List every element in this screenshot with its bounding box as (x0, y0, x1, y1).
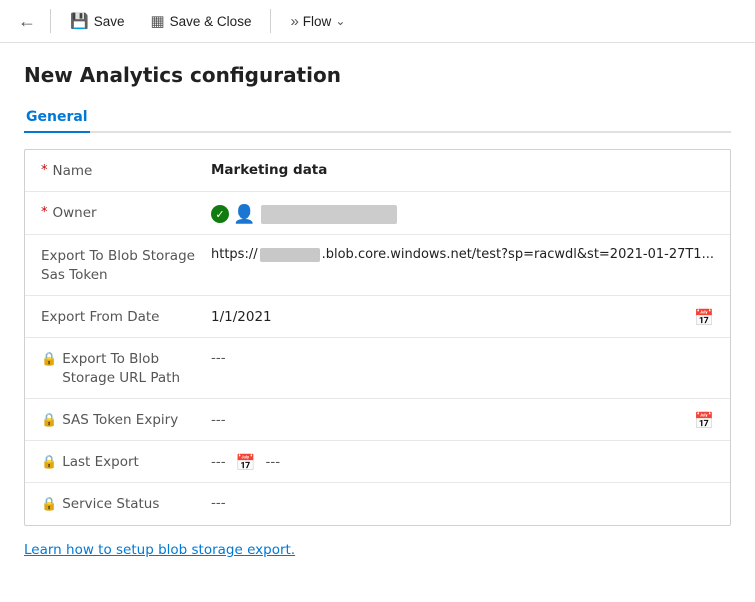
form-row-owner: * Owner ✓ 👤 Impshire Mathala (25, 192, 730, 235)
flow-icon: » (290, 13, 298, 30)
lock-icon-url-path: 🔒 (41, 351, 57, 369)
value-last-export: --- 📅 --- (211, 451, 714, 472)
value-service-status: --- (211, 493, 714, 511)
form-row-sas-token: Export To Blob Storage Sas Token https:/… (25, 235, 730, 296)
url-blurred (260, 248, 320, 262)
value-owner: ✓ 👤 Impshire Mathala (211, 202, 714, 224)
person-icon: 👤 (233, 204, 253, 224)
owner-icons: ✓ 👤 (211, 204, 253, 224)
toolbar-separator-1 (50, 9, 51, 33)
form-row-url-path: 🔒 Export To Blob Storage URL Path --- (25, 338, 730, 399)
label-name: * Name (41, 160, 211, 181)
calendar-icon-last-export[interactable]: 📅 (236, 453, 256, 472)
page-title: New Analytics configuration (24, 63, 731, 87)
label-url-path: 🔒 Export To Blob Storage URL Path (41, 348, 211, 388)
value-export-from-date: 1/1/2021 📅 (211, 306, 714, 327)
page-content: New Analytics configuration General * Na… (0, 43, 755, 578)
owner-name-blurred: Impshire Mathala (261, 205, 397, 224)
required-star-name: * (41, 162, 48, 180)
learn-link[interactable]: Learn how to setup blob storage export. (24, 542, 295, 558)
lock-icon-service-status: 🔒 (41, 496, 57, 514)
toolbar-separator-2 (270, 9, 271, 33)
toolbar: ← 💾 Save ▦ Save & Close » Flow ⌄ (0, 0, 755, 43)
green-check-icon: ✓ (211, 205, 229, 223)
label-service-status: 🔒 Service Status (41, 493, 211, 514)
flow-button[interactable]: » Flow ⌄ (279, 7, 356, 36)
label-export-from-date: Export From Date (41, 306, 211, 327)
save-button[interactable]: 💾 Save (59, 6, 135, 36)
form-row-service-status: 🔒 Service Status --- (25, 483, 730, 525)
lock-icon-sas-expiry: 🔒 (41, 412, 57, 430)
calendar-icon-export-from-date[interactable]: 📅 (694, 308, 714, 327)
value-name: Marketing data (211, 160, 714, 178)
form-row-last-export: 🔒 Last Export --- 📅 --- (25, 441, 730, 483)
label-last-export: 🔒 Last Export (41, 451, 211, 472)
value-sas-token: https://.blob.core.windows.net/test?sp=r… (211, 245, 714, 262)
label-sas-expiry: 🔒 SAS Token Expiry (41, 409, 211, 430)
tabs-container: General (24, 103, 731, 133)
chevron-down-icon: ⌄ (335, 14, 345, 28)
flow-label: Flow (303, 14, 332, 29)
form-row-name: * Name Marketing data (25, 150, 730, 192)
lock-icon-last-export: 🔒 (41, 454, 57, 472)
form-row-sas-expiry: 🔒 SAS Token Expiry --- 📅 (25, 399, 730, 441)
save-close-button[interactable]: ▦ Save & Close (139, 6, 262, 36)
save-close-label: Save & Close (170, 14, 252, 29)
form-section: * Name Marketing data * Owner ✓ 👤 Impshi… (24, 149, 731, 526)
tab-general[interactable]: General (24, 103, 90, 133)
back-icon: ← (18, 11, 36, 32)
save-icon: 💾 (70, 12, 89, 30)
value-url-path: --- (211, 348, 714, 366)
label-owner: * Owner (41, 202, 211, 223)
form-row-export-from-date: Export From Date 1/1/2021 📅 (25, 296, 730, 338)
back-button[interactable]: ← (12, 6, 42, 36)
save-label: Save (94, 14, 125, 29)
label-sas-token: Export To Blob Storage Sas Token (41, 245, 211, 285)
calendar-icon-sas-expiry[interactable]: 📅 (694, 411, 714, 430)
sas-token-url: https://.blob.core.windows.net/test?sp=r… (211, 247, 714, 262)
value-sas-expiry: --- 📅 (211, 409, 714, 430)
required-star-owner: * (41, 204, 48, 222)
save-close-icon: ▦ (150, 12, 164, 30)
